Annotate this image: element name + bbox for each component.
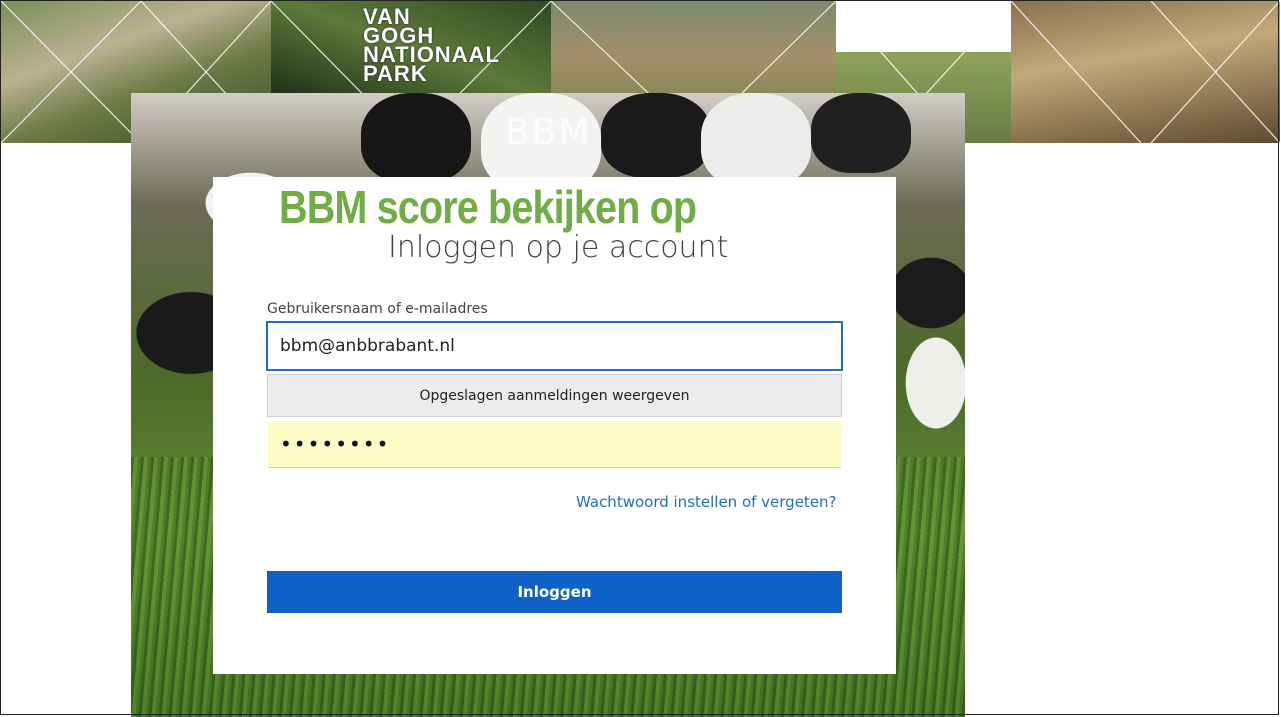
cow-head xyxy=(701,93,811,188)
saved-logins-button[interactable]: Opgeslagen aanmeldingen weergeven xyxy=(267,374,842,417)
vgnp-logo: VAN GOGH NATIONAAL PARK xyxy=(363,4,500,86)
slide-title: BBM score bekijken op xyxy=(279,181,697,233)
password-input[interactable]: •••••••• xyxy=(268,421,841,468)
cow-head xyxy=(811,93,911,173)
forgot-password-link[interactable]: Wachtwoord instellen of vergeten? xyxy=(576,493,837,511)
cow-head xyxy=(361,93,471,183)
cow-head xyxy=(601,93,711,178)
login-heading: Inloggen op je account xyxy=(388,230,729,265)
username-label: Gebruikersnaam of e-mailadres xyxy=(267,301,488,317)
bbm-logo: BBM xyxy=(505,112,592,153)
username-input[interactable] xyxy=(266,321,843,371)
login-button[interactable]: Inloggen xyxy=(267,571,842,613)
